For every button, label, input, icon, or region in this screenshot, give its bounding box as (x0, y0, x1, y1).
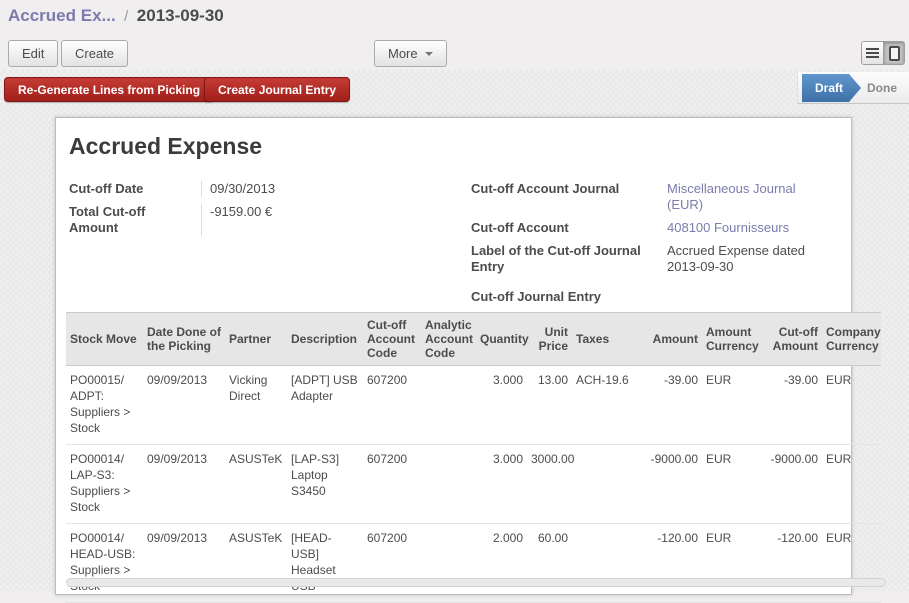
column-header: Taxes (572, 313, 642, 366)
table-cell: 607200 (363, 445, 421, 524)
statusbar: Draft Done (797, 72, 909, 104)
journal-entry-label-value: Accrued Expense dated 2013-09-30 (667, 243, 827, 275)
table-cell: ACH-19.6 (572, 366, 642, 445)
table-cell: 13.00 (527, 366, 572, 445)
column-header: Amount Currency (702, 313, 765, 366)
table-cell: ASUSTeK (225, 445, 287, 524)
table-cell: 09/09/2013 (143, 366, 225, 445)
toolbar: Edit Create More (0, 32, 909, 70)
column-header: Cut-off Account Code (363, 313, 421, 366)
table-header-row: Stock MoveDate Done of the PickingPartne… (66, 313, 881, 366)
column-header: Unit Price (527, 313, 572, 366)
column-header: Company Currency (822, 313, 881, 366)
table-cell: 3.000 (476, 366, 527, 445)
column-header: Analytic Account Code (421, 313, 476, 366)
more-button-label: More (388, 46, 418, 61)
content-area: Draft Done Re-Generate Lines from Pickin… (0, 70, 909, 591)
field-group-left: Cut-off Date 09/30/2013 Total Cut-off Am… (69, 181, 459, 243)
table-cell: Vicking Direct (225, 366, 287, 445)
table-cell: EUR (822, 366, 881, 445)
table-row[interactable]: PO00015/ ADPT: Suppliers > Stock09/09/20… (66, 366, 881, 445)
table-cell: -9000.00 (765, 445, 822, 524)
table-cell: 3.000 (476, 445, 527, 524)
column-header: Partner (225, 313, 287, 366)
cutoff-journal-entry-label: Cut-off Journal Entry (471, 289, 667, 305)
form-view-button[interactable] (883, 42, 904, 64)
table-cell: 09/09/2013 (143, 445, 225, 524)
status-done[interactable]: Done (867, 74, 897, 102)
table-cell: 3000.00 (527, 445, 572, 524)
table-row[interactable]: PO00014/ LAP-S3: Suppliers > Stock09/09/… (66, 445, 881, 524)
table-cell: -39.00 (642, 366, 702, 445)
edit-button[interactable]: Edit (8, 40, 58, 67)
page-title: Accrued Expense (69, 133, 262, 160)
column-header: Date Done of the Picking (143, 313, 225, 366)
table-cell: EUR (702, 366, 765, 445)
table-cell: 607200 (363, 366, 421, 445)
list-view-button[interactable] (862, 42, 883, 64)
journal-entry-label-label: Label of the Cut-off Journal Entry (471, 243, 667, 275)
table-cell: EUR (702, 445, 765, 524)
table-cell (421, 445, 476, 524)
table-cell (572, 445, 642, 524)
form-icon (889, 46, 900, 61)
column-header: Amount (642, 313, 702, 366)
cutoff-date-value: 09/30/2013 (202, 181, 362, 197)
more-button[interactable]: More (374, 40, 447, 67)
table-cell (421, 366, 476, 445)
field-group-right: Cut-off Account Journal Miscellaneous Jo… (471, 181, 851, 312)
form-sheet: Accrued Expense Cut-off Date 09/30/2013 … (55, 117, 852, 595)
breadcrumb-separator: / (120, 8, 132, 25)
column-header: Quantity (476, 313, 527, 366)
cutoff-account-label: Cut-off Account (471, 220, 667, 236)
cutoff-account-journal-label: Cut-off Account Journal (471, 181, 667, 213)
view-switcher (861, 41, 905, 65)
cutoff-account-journal-value[interactable]: Miscellaneous Journal (EUR) (667, 181, 827, 213)
total-cutoff-amount-value: -9159.00 € (202, 204, 362, 236)
cutoff-journal-entry-value (667, 289, 827, 305)
cutoff-account-value[interactable]: 408100 Fournisseurs (667, 220, 827, 236)
breadcrumb-current: 2013-09-30 (137, 6, 224, 25)
list-icon (866, 48, 879, 50)
status-draft[interactable]: Draft (802, 74, 861, 102)
create-journal-entry-button[interactable]: Create Journal Entry (204, 77, 350, 102)
horizontal-scrollbar[interactable] (66, 578, 886, 587)
total-cutoff-amount-label: Total Cut-off Amount (69, 204, 202, 236)
create-button[interactable]: Create (61, 40, 128, 67)
table-cell: PO00014/ LAP-S3: Suppliers > Stock (66, 445, 143, 524)
table-cell: [LAP-S3] Laptop S3450 (287, 445, 363, 524)
chevron-down-icon (425, 52, 433, 56)
column-header: Stock Move (66, 313, 143, 366)
cutoff-date-label: Cut-off Date (69, 181, 202, 197)
breadcrumb-bar: Accrued Ex... / 2013-09-30 (0, 0, 909, 32)
table-cell: EUR (822, 445, 881, 524)
breadcrumb-parent-link[interactable]: Accrued Ex... (8, 6, 116, 25)
cutoff-lines-table: Stock MoveDate Done of the PickingPartne… (66, 312, 887, 603)
table-cell: -39.00 (765, 366, 822, 445)
regenerate-lines-button[interactable]: Re-Generate Lines from Picking (4, 77, 214, 102)
table-cell: [ADPT] USB Adapter (287, 366, 363, 445)
column-header: Cut-off Amount (765, 313, 822, 366)
table-cell: -9000.00 (642, 445, 702, 524)
table-cell: PO00015/ ADPT: Suppliers > Stock (66, 366, 143, 445)
column-header: Description (287, 313, 363, 366)
